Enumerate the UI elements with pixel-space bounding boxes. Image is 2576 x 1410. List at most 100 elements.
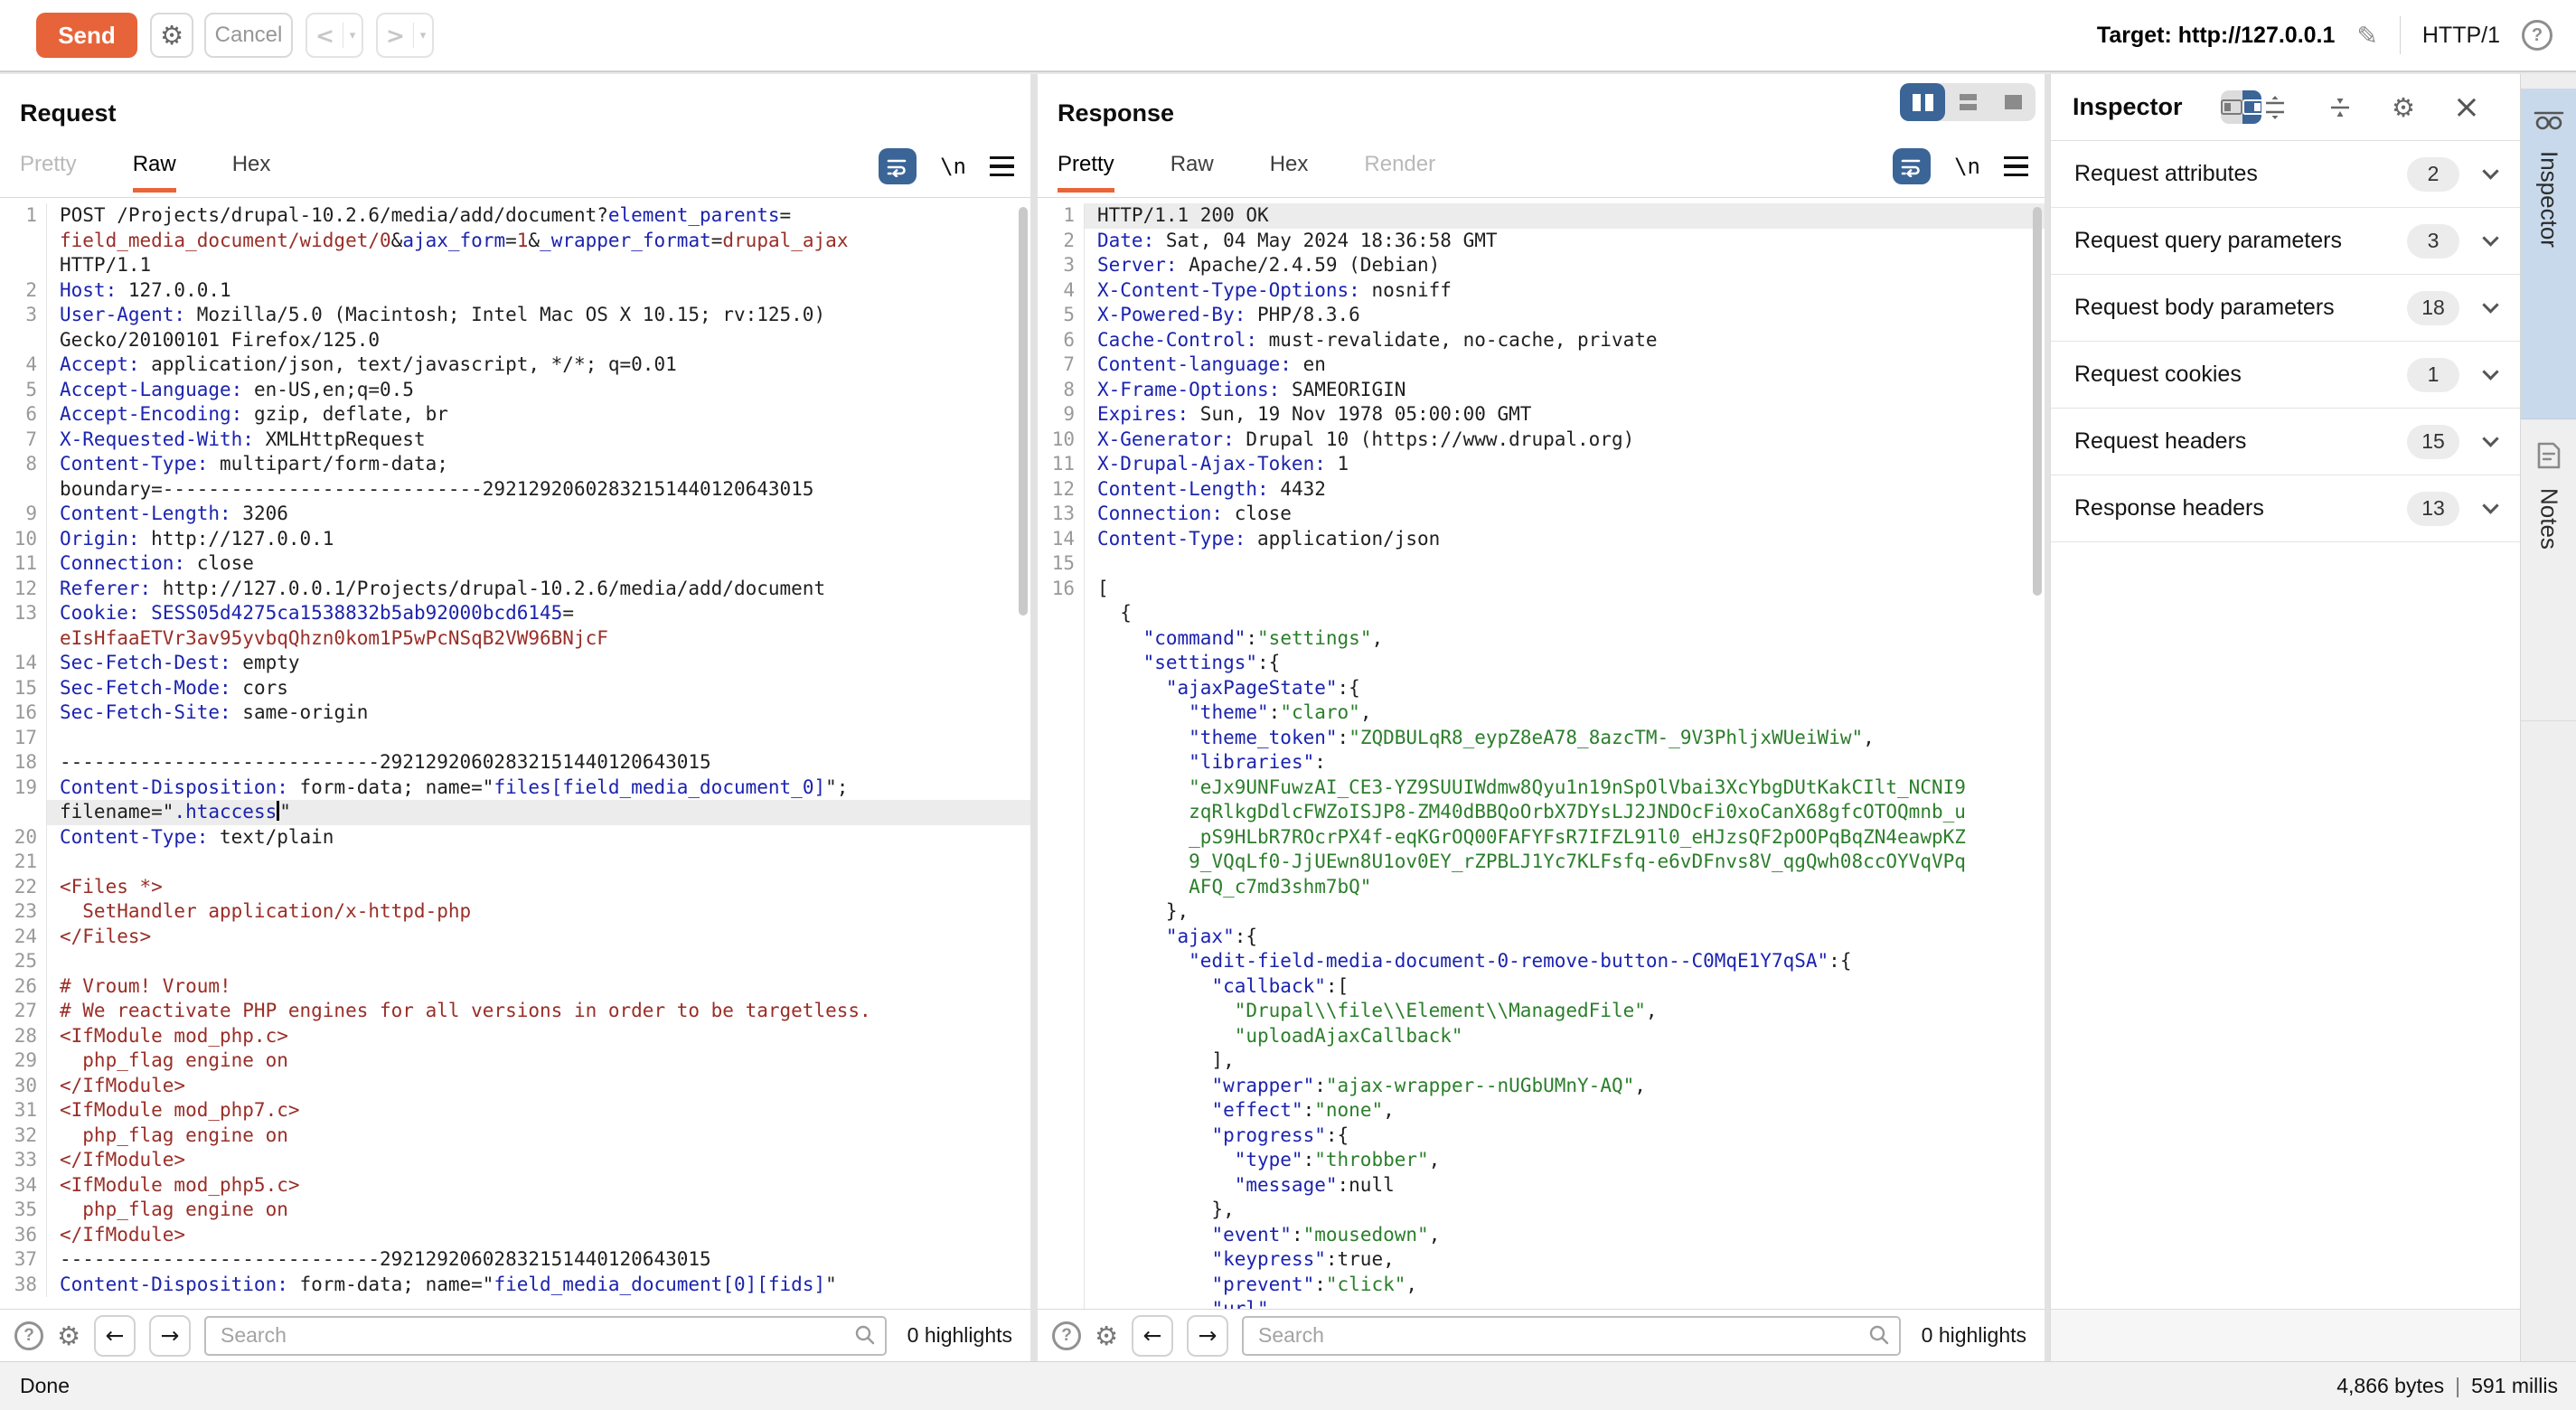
sidebar-tab-notes[interactable]: Notes [2521,421,2576,721]
http-version-selector[interactable]: HTTP/1 [2422,23,2500,49]
section-response-headers[interactable]: Response headers 13 [2051,475,2520,542]
code-segment: PHP/8.3.6 [1246,304,1359,325]
layout-columns-button[interactable] [1900,83,1945,121]
inspector-settings-icon[interactable]: ⚙ [2392,92,2415,123]
code-segment [1097,950,1189,972]
dock-left-button[interactable] [2221,90,2242,124]
request-scrollbar[interactable] [1019,207,1028,616]
response-scrollbar[interactable] [2033,207,2042,596]
sidebar-tab-inspector[interactable]: Inspector [2521,89,2576,419]
line-number: 33 [0,1148,47,1173]
send-button[interactable]: Send [36,13,137,58]
search-next-button[interactable]: → [149,1315,191,1357]
response-title: Response [1058,99,1174,127]
line-number [1038,974,1085,1000]
code-segment: "prevent" [1211,1274,1314,1295]
code-text: php_flag engine on [47,1048,1030,1074]
top-toolbar: Send ⚙ Cancel < ▾ > ▾ Target: http://127… [0,0,2576,72]
search-help-icon[interactable]: ? [1052,1321,1081,1350]
code-segment: Sun, 19 Nov 1978 05:00:00 GMT [1189,403,1531,425]
chevron-down-icon[interactable] [2482,163,2498,179]
section-request-headers[interactable]: Request headers 15 [2051,409,2520,475]
panel-divider[interactable] [1030,74,1038,1361]
word-wrap-toggle[interactable] [879,148,917,184]
code-text: "uploadAjaxCallback" [1085,1024,2045,1049]
tab-render[interactable]: Render [1364,152,1435,193]
line-number [1038,899,1085,925]
send-settings-button[interactable]: ⚙ [150,13,193,58]
code-text: Content-Disposition: form-data; name="fi… [47,776,1030,801]
code-text: "Drupal\\file\\Element\\ManagedFile", [1085,999,2045,1024]
tab-pretty[interactable]: Pretty [20,152,77,193]
code-segment [1097,926,1166,947]
section-request-cookies[interactable]: Request cookies 1 [2051,342,2520,409]
chevron-down-icon[interactable] [2482,363,2498,380]
code-segment: 4432 [1269,478,1326,500]
word-wrap-toggle[interactable] [1893,148,1931,184]
response-editor[interactable]: 1HTTP/1.1 200 OK2Date: Sat, 04 May 2024 … [1038,197,2045,1309]
section-request-query-parameters[interactable]: Request query parameters 3 [2051,208,2520,275]
chevron-down-icon[interactable] [2482,296,2498,313]
history-forward-button[interactable]: > ▾ [376,13,434,58]
tab-raw[interactable]: Raw [1170,152,1214,193]
code-segment: "command" [1143,627,1246,649]
code-line: "command":"settings", [1038,626,2045,652]
close-icon[interactable]: × [2453,94,2480,121]
code-line: 33</IfModule> [0,1148,1030,1173]
collapse-all-icon[interactable] [2327,94,2354,121]
search-settings-icon[interactable]: ⚙ [1095,1321,1118,1351]
code-segment: "ajaxPageState" [1166,677,1338,699]
help-icon[interactable]: ? [2522,20,2552,51]
chevron-down-icon[interactable] [2482,230,2498,246]
code-line: 21 [0,850,1030,875]
editor-menu-icon[interactable] [990,156,1014,177]
search-settings-icon[interactable]: ⚙ [57,1321,80,1351]
code-line: 27# We reactivate PHP engines for all ve… [0,999,1030,1024]
search-help-icon[interactable]: ? [14,1321,43,1350]
code-text: Content-Length: 3206 [47,502,1030,527]
search-icon [854,1324,876,1346]
dock-right-button[interactable] [2242,90,2261,124]
request-editor[interactable]: 1POST /Projects/drupal-10.2.6/media/add/… [0,197,1030,1309]
tab-pretty[interactable]: Pretty [1058,152,1114,193]
show-newlines-toggle[interactable]: \n [1954,154,1980,179]
chevron-down-icon[interactable]: ▾ [414,29,432,42]
code-line: 2Host: 127.0.0.1 [0,278,1030,304]
cancel-button[interactable]: Cancel [204,13,293,58]
history-back-button[interactable]: < ▾ [306,13,363,58]
editor-menu-icon[interactable] [2004,156,2028,177]
code-line: 1POST /Projects/drupal-10.2.6/media/add/… [0,203,1030,229]
code-text [47,949,1030,974]
tab-hex[interactable]: Hex [232,152,271,193]
tab-hex[interactable]: Hex [1270,152,1309,193]
code-segment: , [1863,727,1875,748]
line-number [1038,1123,1085,1149]
request-search-input[interactable] [204,1316,887,1356]
code-line: 10Origin: http://127.0.0.1 [0,527,1030,552]
code-segment: "url" [1211,1298,1268,1309]
status-text: Done [20,1374,70,1398]
chevron-down-icon[interactable] [2482,497,2498,513]
code-line: 32 php_flag engine on [0,1123,1030,1149]
code-segment: POST /Projects/drupal-10.2.6/media/add/d… [60,204,608,226]
expand-all-icon[interactable] [2261,94,2289,121]
show-newlines-toggle[interactable]: \n [940,154,966,179]
chevron-down-icon[interactable] [2482,430,2498,446]
code-segment: <Files *> [60,876,163,898]
response-search-input[interactable] [1242,1316,1901,1356]
search-next-button[interactable]: → [1187,1315,1228,1357]
layout-rows-button[interactable] [1945,83,1990,121]
section-request-body-parameters[interactable]: Request body parameters 18 [2051,275,2520,342]
code-segment: "edit-field-media-document-0-remove-butt… [1189,950,1829,972]
line-number: 27 [0,999,47,1024]
search-prev-button[interactable]: ← [94,1315,136,1357]
tab-raw[interactable]: Raw [133,152,176,193]
layout-single-button[interactable] [1990,83,2035,121]
search-prev-button[interactable]: ← [1132,1315,1173,1357]
edit-target-icon[interactable]: ✎ [2356,21,2377,51]
line-number: 10 [1038,428,1085,453]
section-request-attributes[interactable]: Request attributes 2 [2051,141,2520,208]
code-text: X-Frame-Options: SAMEORIGIN [1085,378,2045,403]
chevron-down-icon[interactable]: ▾ [343,29,362,42]
code-segment: "settings" [1257,627,1371,649]
